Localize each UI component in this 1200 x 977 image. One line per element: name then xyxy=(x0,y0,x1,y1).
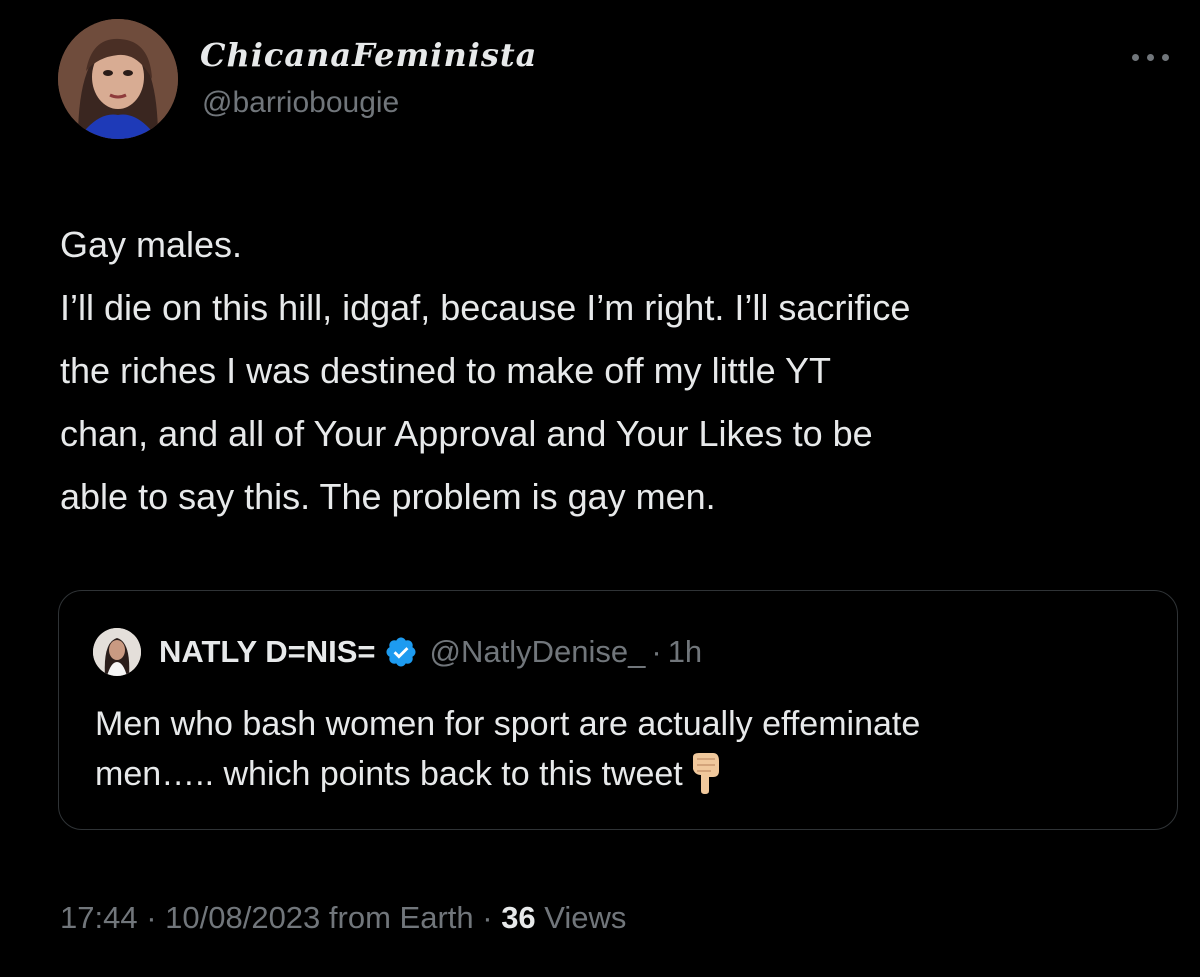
more-dot xyxy=(1162,54,1169,61)
meta-separator: · xyxy=(473,900,502,935)
tweet: ChicanaFeminista @barriobougie Gay males… xyxy=(0,0,1200,977)
tweet-date[interactable]: 10/08/2023 xyxy=(165,900,320,935)
tweet-text: Gay males. I’ll die on this hill, idgaf,… xyxy=(60,213,1170,528)
more-options-icon[interactable] xyxy=(1130,48,1174,68)
author-avatar[interactable] xyxy=(58,19,178,139)
profile-photo-icon xyxy=(93,628,141,676)
quoted-author-handle[interactable]: @NatlyDenise_ xyxy=(430,634,646,670)
quoted-tweet-text: Men who bash women for sport are actuall… xyxy=(95,699,1155,799)
more-dot xyxy=(1132,54,1139,61)
quoted-author-avatar[interactable] xyxy=(93,628,141,676)
quoted-tweet-card[interactable]: NATLY D=NIS= @NatlyDenise_ · 1h Men who … xyxy=(58,590,1178,830)
author-display-name[interactable]: ChicanaFeminista xyxy=(200,36,537,74)
views-count: 36 xyxy=(501,900,536,935)
backhand-index-pointing-down-icon xyxy=(692,753,719,794)
meta-separator: · xyxy=(137,900,166,935)
tweet-source: from Earth xyxy=(320,900,474,935)
views-label: Views xyxy=(535,900,627,935)
more-dot xyxy=(1147,54,1154,61)
quoted-separator: · xyxy=(651,634,662,669)
quoted-timestamp[interactable]: 1h xyxy=(668,634,702,670)
tweet-text-line: able to say this. The problem is gay men… xyxy=(60,476,716,517)
quoted-text-line: Men who bash women for sport are actuall… xyxy=(95,705,921,743)
verified-badge-icon xyxy=(385,637,416,667)
tweet-time[interactable]: 17:44 xyxy=(60,900,138,935)
author-handle[interactable]: @barriobougie xyxy=(202,86,399,120)
tweet-meta: 17:44 · 10/08/2023 from Earth · 36 Views xyxy=(60,900,626,936)
tweet-text-line: chan, and all of Your Approval and Your … xyxy=(60,413,873,454)
tweet-text-line: Gay males. xyxy=(60,224,243,265)
quoted-author-display-name[interactable]: NATLY D=NIS= xyxy=(159,634,376,670)
tweet-text-line: the riches I was destined to make off my… xyxy=(60,350,832,391)
tweet-text-line: I’ll die on this hill, idgaf, because I’… xyxy=(60,287,911,328)
quoted-text-line: men….. which points back to this tweet xyxy=(95,755,683,793)
quoted-text-line-with-emoji: men….. which points back to this tweet xyxy=(95,749,1155,799)
profile-photo-icon xyxy=(58,19,178,139)
quoted-tweet-header: NATLY D=NIS= @NatlyDenise_ · 1h xyxy=(159,631,702,673)
